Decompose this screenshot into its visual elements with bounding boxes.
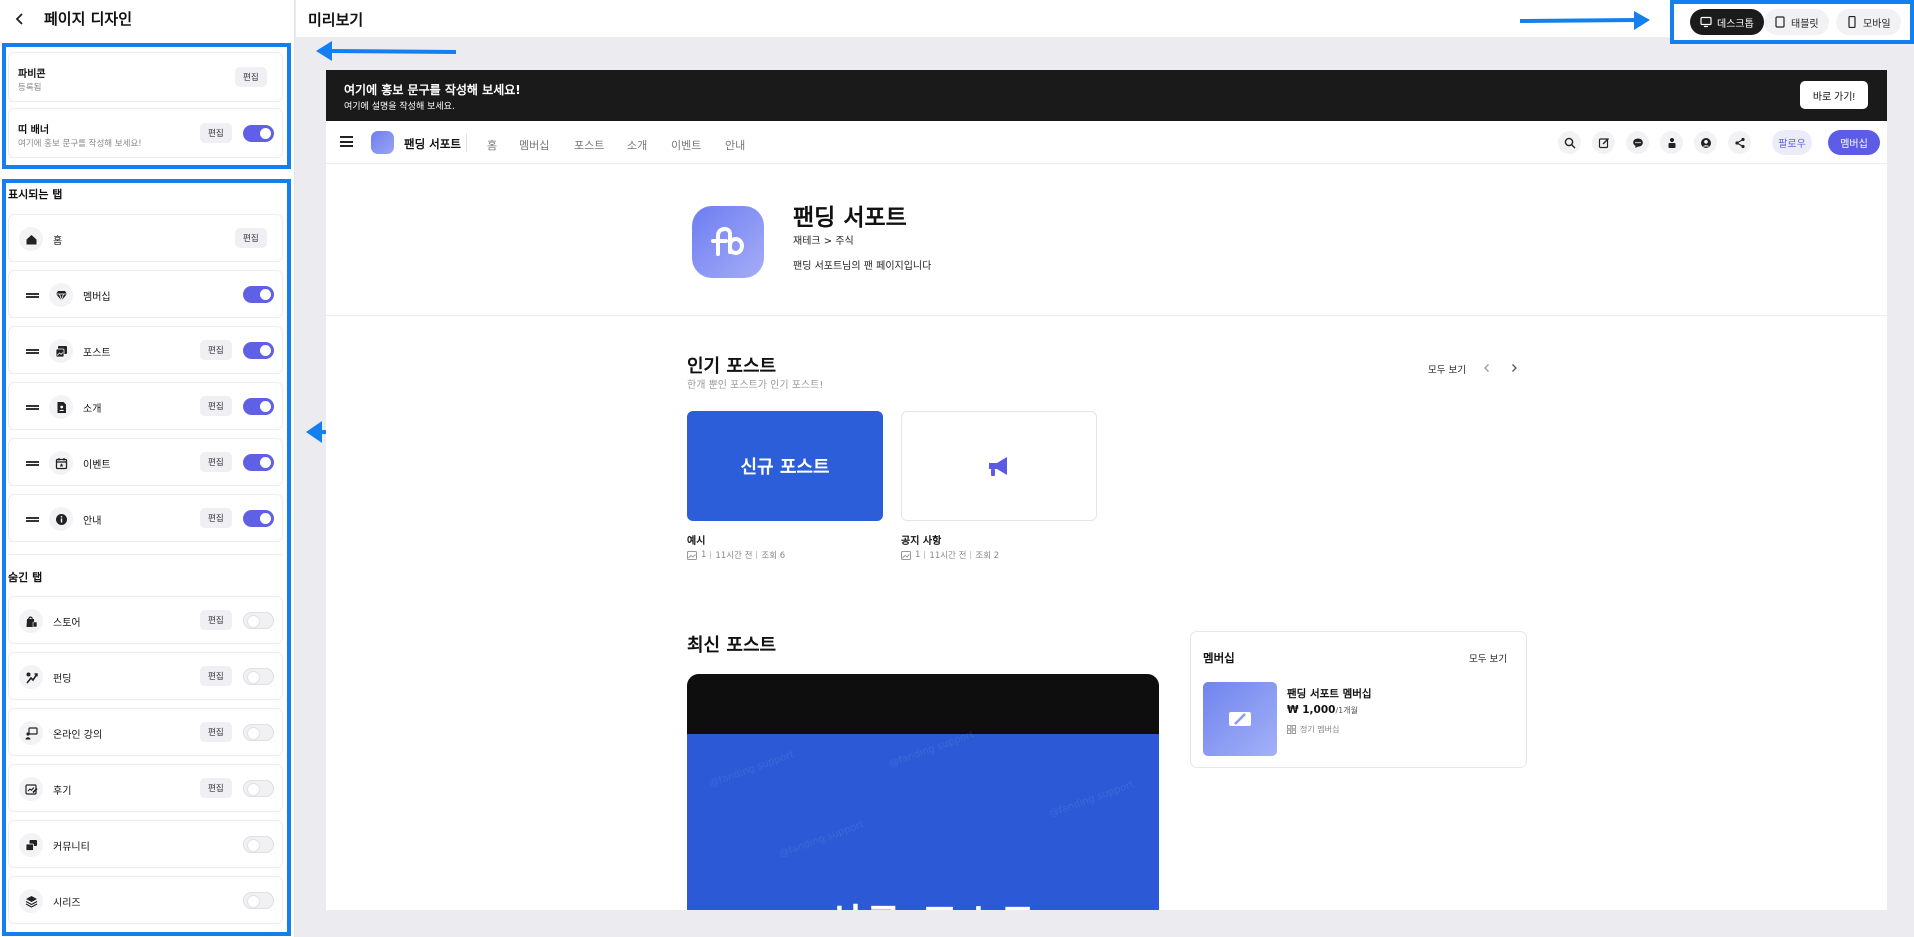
post-title[interactable]: 예시 xyxy=(687,532,705,547)
membership-name[interactable]: 팬딩 서포트 멤버십 xyxy=(1287,686,1372,701)
latest-title: 최신 포스트 xyxy=(687,635,777,656)
menu-icon[interactable] xyxy=(340,136,353,147)
post-image-count: 1 xyxy=(701,550,707,560)
search-icon[interactable] xyxy=(1558,131,1581,154)
write-icon[interactable] xyxy=(1592,131,1615,154)
back-arrow-icon[interactable] xyxy=(12,11,28,27)
post-meta: 1 11시간 전 조회 6 xyxy=(687,549,785,561)
sidebar-header: 페이지 디자인 xyxy=(0,0,294,37)
fanding-logo-icon xyxy=(711,226,745,256)
chevron-left-icon[interactable] xyxy=(1482,363,1492,373)
device-tablet-label: 태블릿 xyxy=(1791,18,1819,30)
membership-see-all[interactable]: 모두 보기 xyxy=(1469,651,1507,665)
image-icon xyxy=(901,550,911,560)
page-nav: 팬딩 서포트 홈 멤버십 포스트 소개 이벤트 안내 팔로우 멤버십 xyxy=(326,121,1887,164)
post-views: 조회 6 xyxy=(761,551,786,561)
chevron-right-icon[interactable] xyxy=(1509,363,1519,373)
image-icon xyxy=(687,550,697,560)
arrow-right-icon xyxy=(1519,11,1650,30)
brand-name[interactable]: 팬딩 서포트 xyxy=(404,136,461,152)
section-divider xyxy=(326,315,1887,316)
brand-logo[interactable] xyxy=(371,131,394,154)
gift-person-icon[interactable] xyxy=(1660,131,1683,154)
post-views: 조회 2 xyxy=(975,551,1000,561)
device-desktop-label: 데스크톱 xyxy=(1717,18,1754,30)
page-preview: 여기에 홍보 문구를 작성해 보세요! 여기에 설명을 작성해 보세요. 바로 … xyxy=(326,70,1887,910)
grid-icon xyxy=(1287,725,1296,734)
nav-divider xyxy=(466,134,467,152)
nav-link-posts[interactable]: 포스트 xyxy=(574,137,604,153)
membership-price: ₩ 1,000/1개월 xyxy=(1287,704,1358,716)
profile-name: 팬딩 서포트 xyxy=(793,205,907,231)
preview-title: 미리보기 xyxy=(308,11,364,29)
device-desktop-button[interactable]: 데스크톱 xyxy=(1690,9,1764,35)
latest-image-text: 신규 포스트 xyxy=(827,892,1039,910)
post-thumbnail[interactable] xyxy=(901,411,1097,521)
latest-post-image[interactable]: @fanding support @fanding support @fandi… xyxy=(687,674,1159,910)
post-image-count: 1 xyxy=(915,550,921,560)
arrow-left-icon xyxy=(316,41,457,61)
sidebar-title: 페이지 디자인 xyxy=(44,10,133,28)
device-switcher: 데스크톱 태블릿 모바일 xyxy=(1670,0,1914,44)
post-thumbnail[interactable]: 신규 포스트 xyxy=(687,411,883,521)
device-mobile-label: 모바일 xyxy=(1863,18,1891,30)
profile-logo xyxy=(692,206,764,278)
follow-button[interactable]: 팔로우 xyxy=(1772,130,1812,155)
popular-see-all[interactable]: 모두 보기 xyxy=(1428,362,1466,376)
membership-card: 멤버십 모두 보기 팬딩 서포트 멤버십 ₩ 1,000/1개월 정기 멤버십 xyxy=(1190,631,1527,768)
promo-go-button[interactable]: 바로 가기! xyxy=(1800,81,1868,109)
membership-button[interactable]: 멤버십 xyxy=(1828,130,1880,155)
mobile-icon xyxy=(1848,16,1856,28)
post-title[interactable]: 공지 사항 xyxy=(901,532,941,547)
nav-link-membership[interactable]: 멤버십 xyxy=(519,137,549,153)
membership-image[interactable] xyxy=(1203,682,1277,756)
popular-title: 인기 포스트 xyxy=(687,356,777,377)
promo-banner: 여기에 홍보 문구를 작성해 보세요! 여기에 설명을 작성해 보세요. 바로 … xyxy=(326,70,1887,121)
promo-sub: 여기에 설명을 작성해 보세요. xyxy=(344,102,455,112)
nav-link-events[interactable]: 이벤트 xyxy=(671,137,701,153)
device-tablet-button[interactable]: 태블릿 xyxy=(1764,9,1829,35)
membership-type: 정기 멤버십 xyxy=(1287,724,1339,735)
nav-link-about[interactable]: 소개 xyxy=(627,137,647,153)
nav-link-home[interactable]: 홈 xyxy=(487,137,497,153)
post-time: 11시간 전 xyxy=(929,551,967,561)
highlight-box-tabs xyxy=(2,179,291,936)
promo-title: 여기에 홍보 문구를 작성해 보세요! xyxy=(344,83,521,97)
ticket-icon xyxy=(1229,712,1251,726)
popular-subtitle: 한개 뿐인 포스트가 인기 포스트! xyxy=(687,380,824,391)
profile-description: 팬딩 서포트님의 팬 페이지입니다 xyxy=(793,261,932,272)
device-mobile-button[interactable]: 모바일 xyxy=(1836,9,1901,35)
latest-image-header xyxy=(687,674,1159,734)
chat-icon[interactable] xyxy=(1626,131,1649,154)
share-icon[interactable] xyxy=(1728,131,1751,154)
membership-card-title: 멤버십 xyxy=(1203,651,1235,665)
megaphone-icon xyxy=(989,457,1007,476)
nav-link-guide[interactable]: 안내 xyxy=(725,137,745,153)
tablet-icon xyxy=(1775,16,1785,28)
desktop-icon xyxy=(1700,16,1712,28)
highlight-box-top xyxy=(2,43,291,169)
profile-category: 재테크 > 주식 xyxy=(793,236,854,247)
profile-icon[interactable] xyxy=(1694,131,1717,154)
post-time: 11시간 전 xyxy=(715,551,753,561)
post-meta: 1 11시간 전 조회 2 xyxy=(901,549,999,561)
